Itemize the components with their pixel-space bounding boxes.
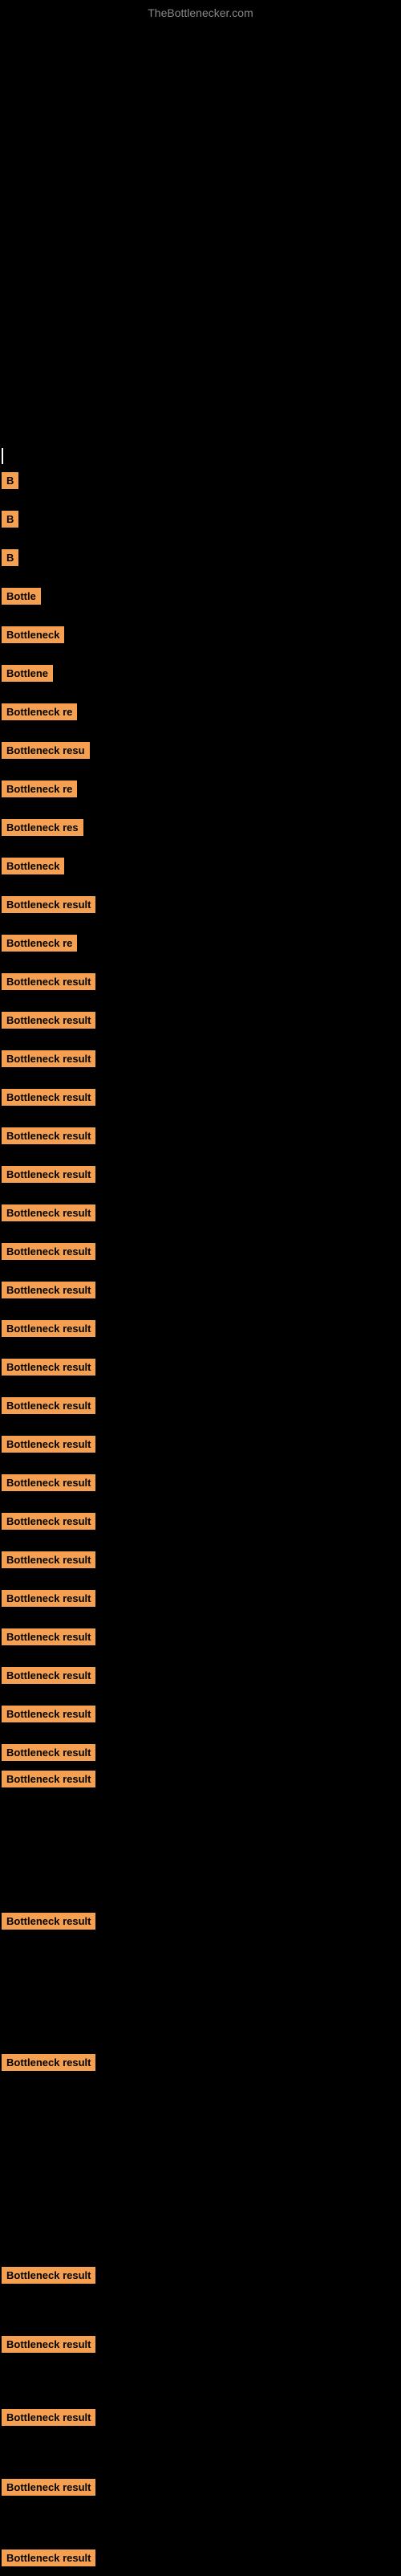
result-item-18: Bottleneck result: [2, 1127, 95, 1144]
bottleneck-result-label: Bottleneck re: [2, 703, 77, 720]
bottleneck-result-label: Bottleneck result: [2, 2267, 95, 2284]
bottleneck-result-label: Bottle: [2, 588, 41, 605]
result-item-9: Bottleneck re: [2, 781, 77, 797]
result-item-16: Bottleneck result: [2, 1050, 95, 1067]
result-item-35: Bottleneck result: [2, 1771, 95, 1787]
bottleneck-result-label: Bottleneck result: [2, 1667, 95, 1684]
result-item-4: Bottle: [2, 588, 41, 605]
result-item-25: Bottleneck result: [2, 1397, 95, 1414]
result-item-37: Bottleneck result: [2, 2054, 95, 2071]
bottleneck-result-label: Bottleneck result: [2, 2550, 95, 2566]
result-item-40: Bottleneck result: [2, 2409, 95, 2426]
result-item-1: B: [2, 472, 18, 489]
bottleneck-result-label: Bottleneck result: [2, 1320, 95, 1337]
result-item-29: Bottleneck result: [2, 1551, 95, 1568]
result-item-39: Bottleneck result: [2, 2336, 95, 2353]
result-item-10: Bottleneck res: [2, 819, 83, 836]
bottleneck-result-label: Bottleneck result: [2, 1050, 95, 1067]
result-item-6: Bottlene: [2, 665, 53, 682]
result-item-30: Bottleneck result: [2, 1590, 95, 1607]
bottleneck-result-label: Bottleneck resu: [2, 742, 90, 759]
result-item-15: Bottleneck result: [2, 1012, 95, 1029]
bottleneck-result-label: Bottleneck result: [2, 1771, 95, 1787]
bottleneck-result-label: Bottlene: [2, 665, 53, 682]
result-item-8: Bottleneck resu: [2, 742, 90, 759]
bottleneck-result-label: Bottleneck result: [2, 1166, 95, 1183]
bottleneck-result-label: Bottleneck result: [2, 2479, 95, 2496]
bottleneck-result-label: Bottleneck result: [2, 1282, 95, 1298]
bottleneck-result-label: B: [2, 549, 18, 566]
site-title: TheBottlenecker.com: [0, 0, 401, 22]
result-item-32: Bottleneck result: [2, 1667, 95, 1684]
bottleneck-result-label: Bottleneck result: [2, 2409, 95, 2426]
bottleneck-result-label: Bottleneck result: [2, 1513, 95, 1530]
bottleneck-result-label: Bottleneck res: [2, 819, 83, 836]
bottleneck-result-label: Bottleneck result: [2, 1590, 95, 1607]
result-item-41: Bottleneck result: [2, 2479, 95, 2496]
result-item-23: Bottleneck result: [2, 1320, 95, 1337]
bottleneck-result-label: Bottleneck result: [2, 2054, 95, 2071]
result-item-14: Bottleneck result: [2, 973, 95, 990]
result-item-26: Bottleneck result: [2, 1436, 95, 1453]
result-item-27: Bottleneck result: [2, 1474, 95, 1491]
result-item-36: Bottleneck result: [2, 1913, 95, 1930]
result-item-3: B: [2, 549, 18, 566]
result-item-13: Bottleneck re: [2, 935, 77, 952]
result-item-5: Bottleneck: [2, 626, 64, 643]
bottleneck-result-label: Bottleneck result: [2, 973, 95, 990]
bottleneck-result-label: Bottleneck result: [2, 1474, 95, 1491]
result-item-33: Bottleneck result: [2, 1706, 95, 1722]
result-item-7: Bottleneck re: [2, 703, 77, 720]
bottleneck-result-label: Bottleneck result: [2, 1397, 95, 1414]
result-item-2: B: [2, 511, 18, 528]
result-item-24: Bottleneck result: [2, 1359, 95, 1376]
bottleneck-result-label: Bottleneck result: [2, 1706, 95, 1722]
result-item-19: Bottleneck result: [2, 1166, 95, 1183]
bottleneck-result-label: Bottleneck result: [2, 1744, 95, 1761]
bottleneck-result-label: Bottleneck result: [2, 1359, 95, 1376]
bottleneck-result-label: Bottleneck result: [2, 1012, 95, 1029]
bottleneck-result-label: Bottleneck re: [2, 935, 77, 952]
bottleneck-result-label: Bottleneck result: [2, 1127, 95, 1144]
result-item-20: Bottleneck result: [2, 1204, 95, 1221]
result-item-12: Bottleneck result: [2, 896, 95, 913]
bottleneck-result-label: Bottleneck result: [2, 1628, 95, 1645]
bottleneck-result-label: Bottleneck result: [2, 1436, 95, 1453]
result-item-38: Bottleneck result: [2, 2267, 95, 2284]
result-item-17: Bottleneck result: [2, 1089, 95, 1106]
bottleneck-result-label: Bottleneck result: [2, 896, 95, 913]
bottleneck-result-label: Bottleneck result: [2, 1913, 95, 1930]
result-item-34: Bottleneck result: [2, 1744, 95, 1761]
bottleneck-result-label: Bottleneck result: [2, 1089, 95, 1106]
result-item-28: Bottleneck result: [2, 1513, 95, 1530]
bottleneck-result-label: B: [2, 472, 18, 489]
bottleneck-result-label: Bottleneck result: [2, 1551, 95, 1568]
bottleneck-result-label: Bottleneck result: [2, 1204, 95, 1221]
bottleneck-result-label: Bottleneck result: [2, 2336, 95, 2353]
bottleneck-result-label: B: [2, 511, 18, 528]
bottleneck-result-label: Bottleneck: [2, 626, 64, 643]
bottleneck-result-label: Bottleneck re: [2, 781, 77, 797]
result-item-22: Bottleneck result: [2, 1282, 95, 1298]
result-item-31: Bottleneck result: [2, 1628, 95, 1645]
result-item-11: Bottleneck: [2, 858, 64, 874]
cursor-line: [2, 448, 3, 464]
result-item-21: Bottleneck result: [2, 1243, 95, 1260]
bottleneck-result-label: Bottleneck: [2, 858, 64, 874]
bottleneck-result-label: Bottleneck result: [2, 1243, 95, 1260]
result-item-42: Bottleneck result: [2, 2550, 95, 2566]
